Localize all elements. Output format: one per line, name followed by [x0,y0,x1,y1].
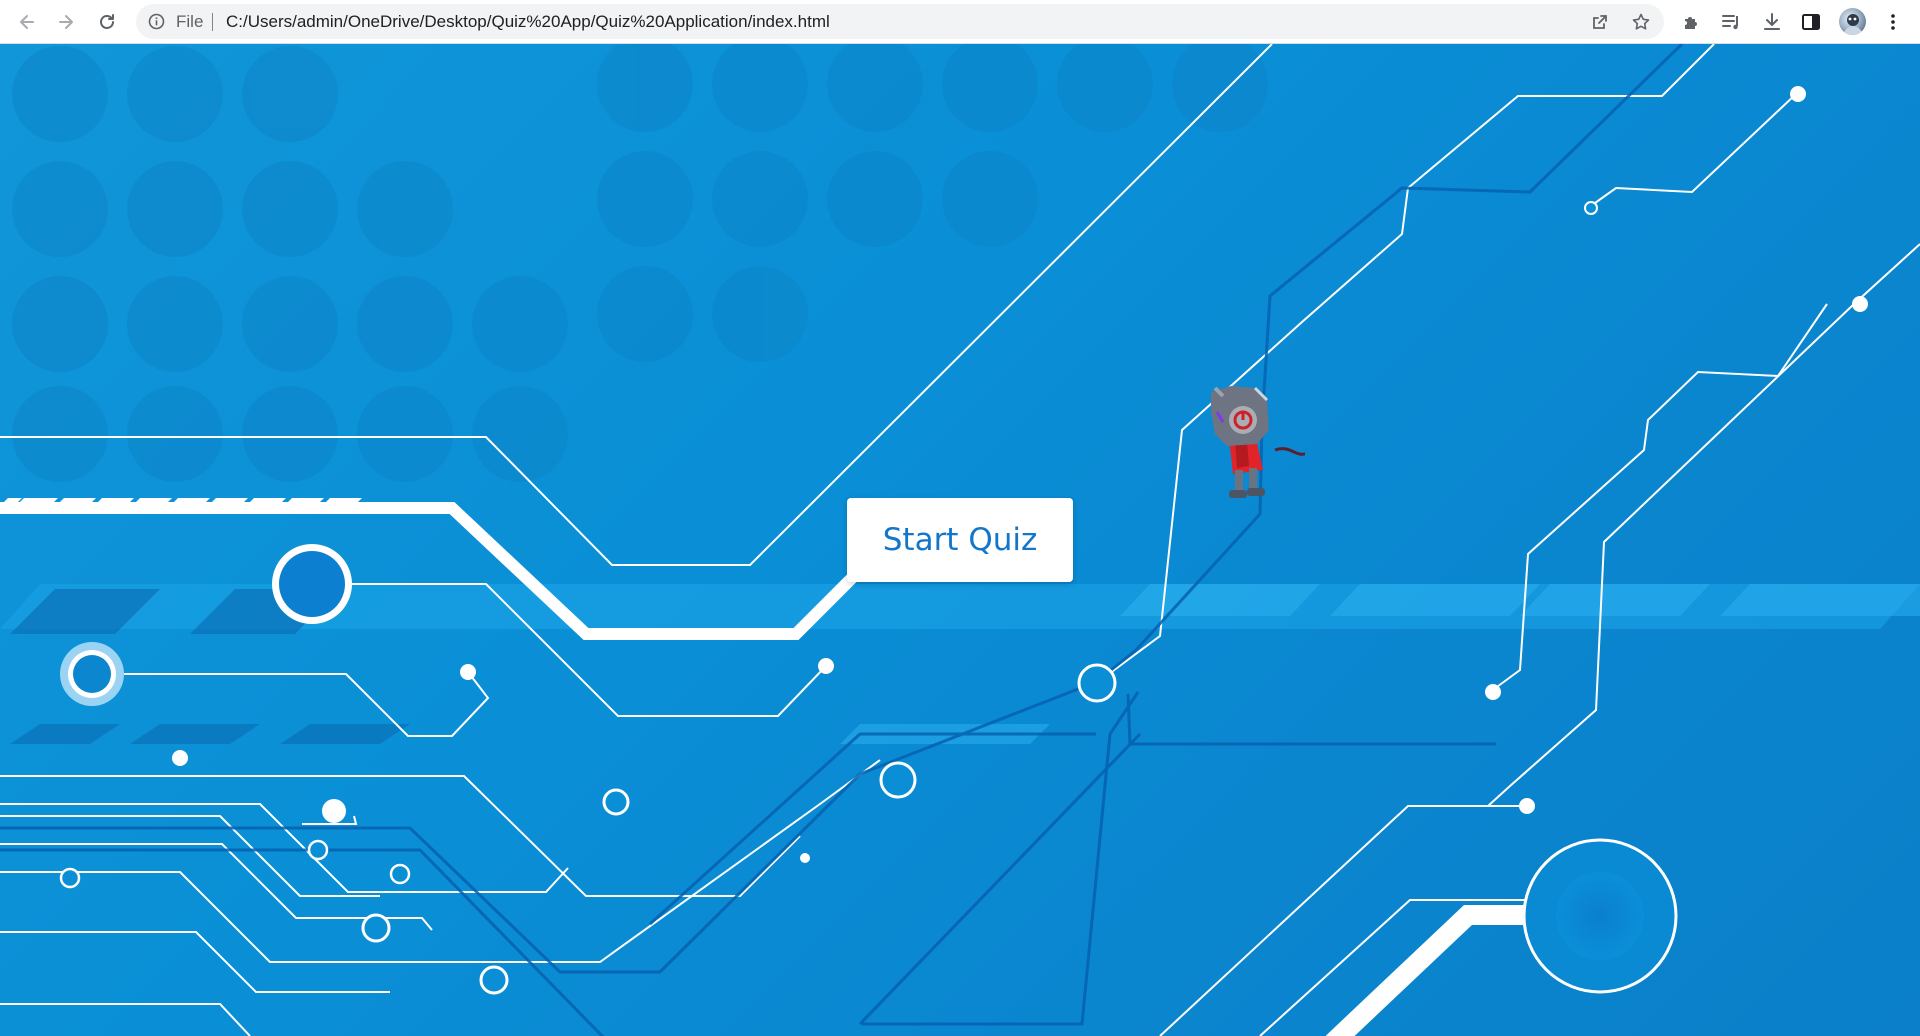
address-bar[interactable]: File C:/Users/admin/OneDrive/Desktop/Qui… [136,4,1664,39]
dot-pattern [12,44,1268,482]
url-scheme-label: File [176,12,204,31]
url-text[interactable]: C:/Users/admin/OneDrive/Desktop/Quiz%20A… [226,13,830,31]
reload-button[interactable] [93,8,121,36]
playlist-icon[interactable] [1720,11,1742,33]
puzzle-icon[interactable] [1681,11,1703,33]
side-panel-icon[interactable] [1800,11,1822,33]
browser-toolbar: File C:/Users/admin/OneDrive/Desktop/Qui… [0,0,1920,44]
share-icon[interactable] [1590,12,1610,32]
download-icon[interactable] [1761,11,1783,33]
page-viewport: Start Quiz [0,44,1920,1036]
reload-icon [100,14,114,29]
robot-cat-character [1211,386,1305,498]
arrow-right-icon [59,15,73,29]
back-button[interactable] [13,8,41,36]
arrow-left-icon [20,15,34,29]
start-quiz-button[interactable]: Start Quiz [847,498,1073,582]
kebab-menu-icon[interactable] [1882,11,1904,33]
star-icon[interactable] [1631,12,1651,32]
avatar[interactable] [1839,8,1866,35]
forward-button[interactable] [52,8,80,36]
url-separator [212,13,213,31]
info-icon[interactable] [148,13,165,30]
